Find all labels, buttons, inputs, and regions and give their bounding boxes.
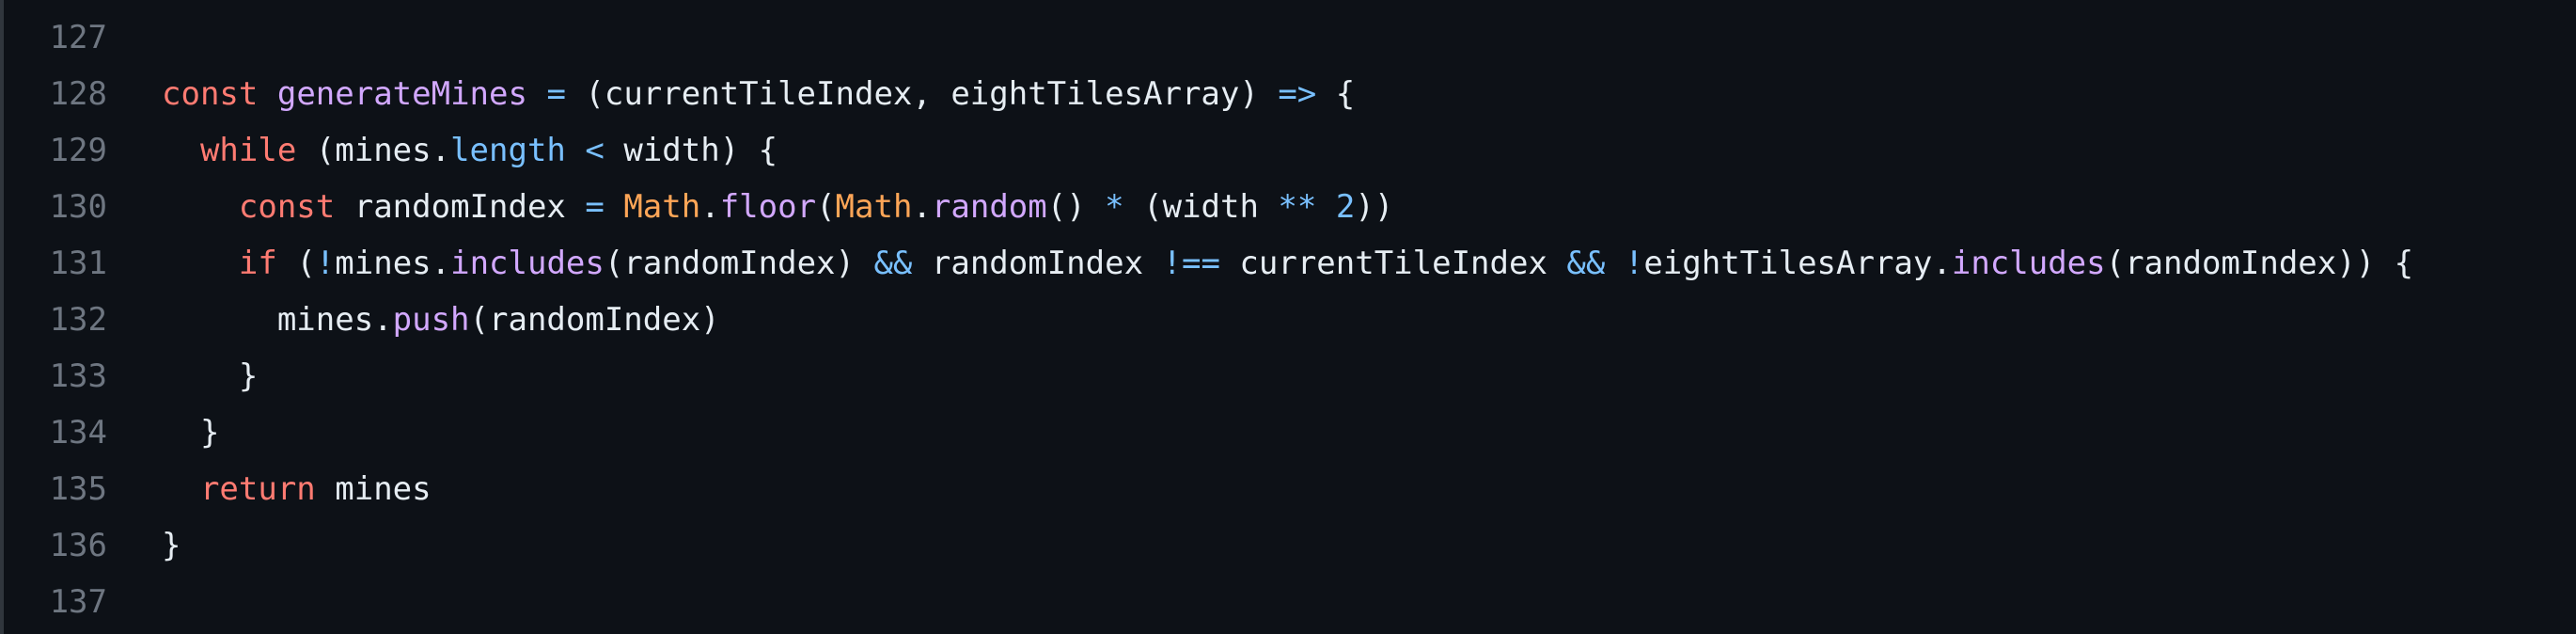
code-token: )) <box>1355 188 1394 226</box>
code-token: eightTilesArray. <box>1643 245 1952 282</box>
code-token: () <box>1046 188 1106 226</box>
code-token: ( <box>276 245 316 282</box>
line-code: } <box>107 414 219 452</box>
code-token: ! <box>1624 245 1644 282</box>
code-token: currentTileIndex <box>1219 245 1567 282</box>
code-token: } <box>162 357 259 395</box>
code-token: randomIndex <box>912 245 1163 282</box>
line-number[interactable]: 135 <box>4 470 107 508</box>
code-token: const <box>162 75 259 113</box>
code-token: (randomIndex)) { <box>2105 245 2414 282</box>
line-code: } <box>107 527 181 564</box>
code-token: includes <box>1951 245 2106 282</box>
code-token: floor <box>719 188 817 226</box>
code-line: 137 <box>4 574 2576 630</box>
code-line: 131 if (!mines.includes(randomIndex) && … <box>4 235 2576 292</box>
code-token: . <box>912 188 932 226</box>
line-number[interactable]: 129 <box>4 132 107 169</box>
code-token: width) { <box>604 132 778 169</box>
code-token: => <box>1278 75 1317 113</box>
code-token: { <box>1316 75 1356 113</box>
code-token: mines. <box>162 301 393 339</box>
code-line: 133 } <box>4 348 2576 404</box>
code-token: generateMines <box>276 75 527 113</box>
line-number[interactable]: 137 <box>4 583 107 621</box>
code-token: } <box>162 527 181 564</box>
code-token: } <box>162 414 220 452</box>
code-line: 130 const randomIndex = Math.floor(Math.… <box>4 179 2576 235</box>
code-token: (randomIndex) <box>604 245 874 282</box>
code-token: while <box>199 132 297 169</box>
code-line: 132 mines.push(randomIndex) <box>4 292 2576 348</box>
line-code: const randomIndex = Math.floor(Math.rand… <box>107 188 1393 226</box>
code-token: (randomIndex) <box>469 301 720 339</box>
code-token: Math <box>623 188 701 226</box>
code-token: push <box>392 301 470 339</box>
code-line: 134 } <box>4 404 2576 461</box>
code-token: * <box>1105 188 1124 226</box>
code-token: ( <box>816 188 836 226</box>
code-token: ! <box>315 245 336 282</box>
code-token: random <box>931 188 1047 226</box>
code-token: 2 <box>1335 188 1356 226</box>
line-number[interactable]: 132 <box>4 301 107 339</box>
line-code: if (!mines.includes(randomIndex) && rand… <box>107 245 2413 282</box>
code-token: length <box>450 132 566 169</box>
line-code: } <box>107 357 258 395</box>
code-token: mines <box>315 470 432 508</box>
code-line: 129 while (mines.length < width) { <box>4 122 2576 179</box>
line-code: return mines <box>107 470 432 508</box>
line-number[interactable]: 136 <box>4 527 107 564</box>
code-line: 136} <box>4 517 2576 574</box>
code-viewer: 127 128 const generateMines = (currentTile… <box>0 0 2576 634</box>
code-token: return <box>199 470 316 508</box>
code-token: = <box>585 188 605 226</box>
line-number[interactable]: 130 <box>4 188 107 226</box>
line-code: while (mines.length < width) { <box>107 132 778 169</box>
code-token: (width <box>1123 188 1279 226</box>
code-token: (currentTileIndex, eightTilesArray) <box>565 75 1279 113</box>
code-token: ** <box>1278 188 1317 226</box>
line-number[interactable]: 131 <box>4 245 107 282</box>
code-token: (mines. <box>296 132 451 169</box>
code-token: randomIndex <box>335 188 586 226</box>
code-token: Math <box>835 188 913 226</box>
code-token: < <box>585 132 605 169</box>
code-line: 135 return mines <box>4 461 2576 517</box>
code-token: . <box>700 188 720 226</box>
code-token: && <box>1566 245 1606 282</box>
line-number[interactable]: 128 <box>4 75 107 113</box>
line-code: mines.push(randomIndex) <box>107 301 720 339</box>
code-token: const <box>238 188 336 226</box>
line-number[interactable]: 134 <box>4 414 107 452</box>
code-line: 127 <box>4 9 2576 66</box>
code-token: && <box>873 245 913 282</box>
code-token: if <box>238 245 277 282</box>
line-number[interactable]: 127 <box>4 19 107 56</box>
code-token: !== <box>1162 245 1220 282</box>
code-token: = <box>546 75 566 113</box>
code-token: mines. <box>335 245 451 282</box>
code-line: 128 const generateMines = (currentTileInd… <box>4 66 2576 122</box>
code-token: includes <box>450 245 605 282</box>
line-number[interactable]: 133 <box>4 357 107 395</box>
line-code: const generateMines = (currentTileIndex,… <box>107 75 1355 113</box>
